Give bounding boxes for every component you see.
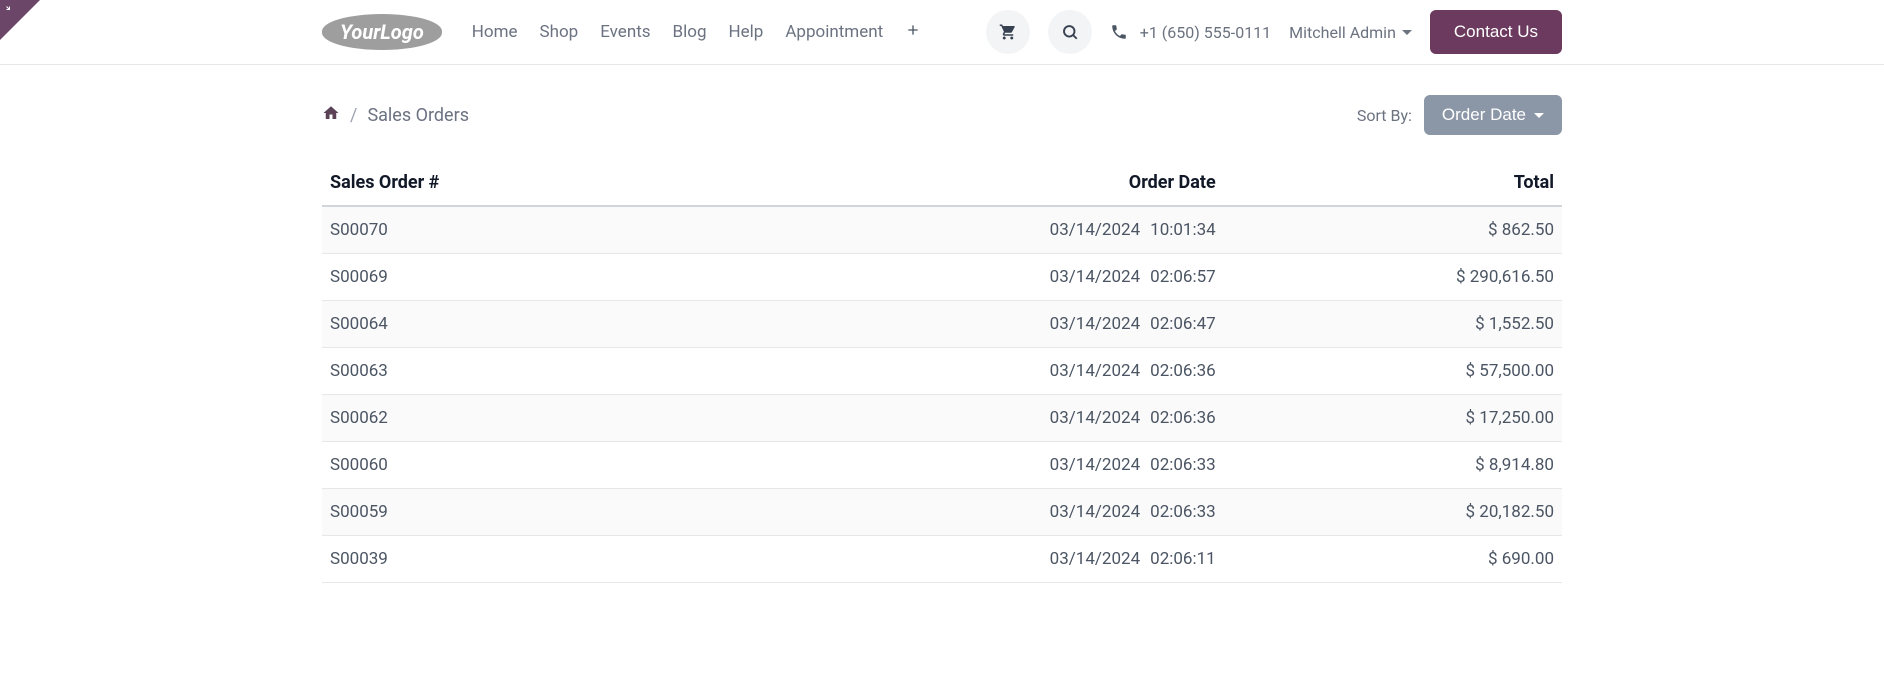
order-date: 03/14/202402:06:36	[681, 348, 1236, 395]
order-date: 03/14/202402:06:11	[681, 536, 1236, 583]
add-page-button[interactable]	[905, 22, 921, 43]
order-number[interactable]: S00059	[322, 489, 681, 536]
order-number[interactable]: S00039	[322, 536, 681, 583]
order-number[interactable]: S00064	[322, 301, 681, 348]
order-total: $ 1,552.50	[1236, 301, 1562, 348]
order-date: 03/14/202402:06:47	[681, 301, 1236, 348]
home-icon	[322, 104, 340, 122]
order-total: $ 17,250.00	[1236, 395, 1562, 442]
sort-label: Sort By:	[1357, 106, 1412, 125]
order-total: $ 290,616.50	[1236, 254, 1562, 301]
order-date: 03/14/202402:06:33	[681, 489, 1236, 536]
search-button[interactable]	[1048, 10, 1092, 54]
table-row[interactable]: S0006003/14/202402:06:33$ 8,914.80	[322, 442, 1562, 489]
order-date: 03/14/202402:06:57	[681, 254, 1236, 301]
logo-text: YourLogo	[340, 20, 424, 44]
main-header: YourLogo Home Shop Events Blog Help Appo…	[0, 0, 1884, 65]
phone-icon	[1110, 23, 1128, 41]
breadcrumb-home[interactable]	[322, 104, 340, 127]
user-menu[interactable]: Mitchell Admin	[1289, 23, 1412, 42]
table-row[interactable]: S0006903/14/202402:06:57$ 290,616.50	[322, 254, 1562, 301]
nav-help[interactable]: Help	[729, 22, 764, 42]
nav-appointment[interactable]: Appointment	[785, 22, 883, 42]
corner-icon	[5, 5, 17, 20]
order-date: 03/14/202402:06:36	[681, 395, 1236, 442]
contact-us-button[interactable]: Contact Us	[1430, 10, 1562, 54]
order-number[interactable]: S00060	[322, 442, 681, 489]
order-number[interactable]: S00070	[322, 206, 681, 254]
cart-button[interactable]	[986, 10, 1030, 54]
orders-table: Sales Order # Order Date Total S0007003/…	[322, 160, 1562, 583]
nav-shop[interactable]: Shop	[540, 22, 579, 42]
table-row[interactable]: S0003903/14/202402:06:11$ 690.00	[322, 536, 1562, 583]
order-total: $ 20,182.50	[1236, 489, 1562, 536]
table-row[interactable]: S0006203/14/202402:06:36$ 17,250.00	[322, 395, 1562, 442]
phone-section: +1 (650) 555-0111	[1110, 23, 1271, 42]
breadcrumb-separator: /	[350, 105, 357, 126]
order-total: $ 8,914.80	[1236, 442, 1562, 489]
column-order-no[interactable]: Sales Order #	[322, 160, 681, 206]
sort-dropdown[interactable]: Order Date	[1424, 95, 1562, 135]
table-row[interactable]: S0007003/14/202410:01:34$ 862.50	[322, 206, 1562, 254]
breadcrumb: / Sales Orders	[322, 104, 469, 127]
sort-section: Sort By: Order Date	[1357, 95, 1562, 135]
phone-number[interactable]: +1 (650) 555-0111	[1140, 23, 1271, 42]
corner-ribbon[interactable]	[0, 0, 40, 40]
order-date: 03/14/202410:01:34	[681, 206, 1236, 254]
order-total: $ 862.50	[1236, 206, 1562, 254]
nav-events[interactable]: Events	[600, 22, 650, 42]
order-total: $ 57,500.00	[1236, 348, 1562, 395]
column-order-date[interactable]: Order Date	[681, 160, 1236, 206]
nav-blog[interactable]: Blog	[673, 22, 707, 42]
order-number[interactable]: S00069	[322, 254, 681, 301]
sort-value: Order Date	[1442, 105, 1526, 125]
user-name: Mitchell Admin	[1289, 23, 1396, 42]
order-date: 03/14/202402:06:33	[681, 442, 1236, 489]
order-number[interactable]: S00063	[322, 348, 681, 395]
chevron-down-icon	[1534, 113, 1544, 118]
search-icon	[1061, 23, 1079, 41]
main-content: / Sales Orders Sort By: Order Date Sales…	[302, 65, 1582, 613]
cart-icon	[999, 23, 1017, 41]
column-total[interactable]: Total	[1236, 160, 1562, 206]
main-nav: Home Shop Events Blog Help Appointment	[472, 22, 921, 43]
table-row[interactable]: S0006403/14/202402:06:47$ 1,552.50	[322, 301, 1562, 348]
order-number[interactable]: S00062	[322, 395, 681, 442]
chevron-down-icon	[1402, 30, 1412, 35]
breadcrumb-current: Sales Orders	[367, 105, 469, 126]
table-row[interactable]: S0005903/14/202402:06:33$ 20,182.50	[322, 489, 1562, 536]
nav-home[interactable]: Home	[472, 22, 518, 42]
breadcrumb-row: / Sales Orders Sort By: Order Date	[322, 95, 1562, 135]
order-total: $ 690.00	[1236, 536, 1562, 583]
table-row[interactable]: S0006303/14/202402:06:36$ 57,500.00	[322, 348, 1562, 395]
logo[interactable]: YourLogo	[322, 14, 442, 50]
